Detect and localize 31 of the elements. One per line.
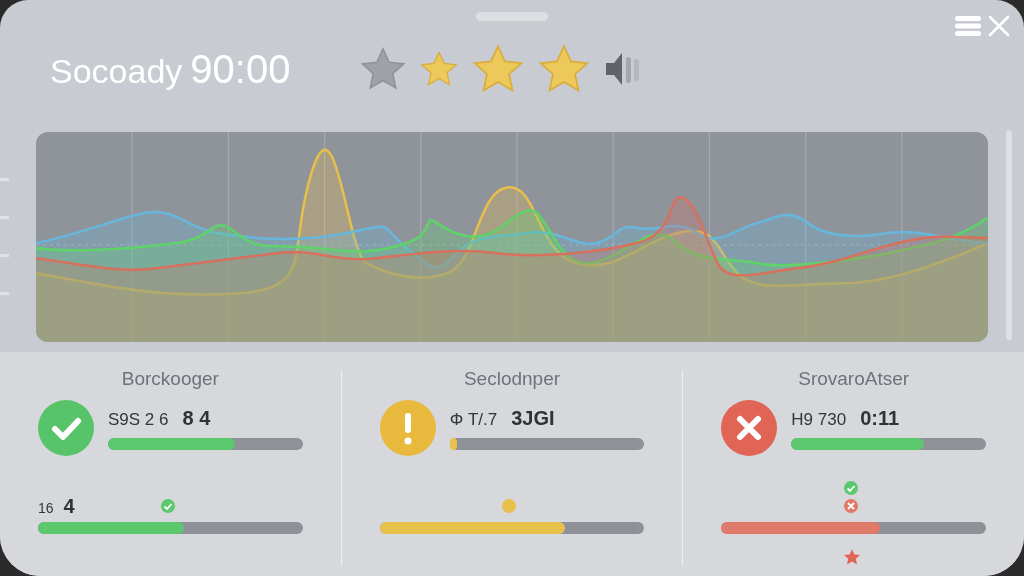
star-icon — [472, 43, 525, 95]
exclamation-circle-icon — [379, 400, 436, 456]
panel-title: SrovaroAtser — [798, 368, 910, 390]
slider-fill[interactable] — [38, 522, 184, 534]
panel-title: Borckooger — [121, 368, 219, 390]
dot-icon — [501, 498, 518, 514]
slider-fill[interactable] — [379, 522, 565, 534]
star-icon — [538, 43, 591, 95]
value-text: 8 4 — [182, 406, 211, 430]
check-circle-icon — [38, 400, 94, 456]
cross-circle-icon — [721, 400, 778, 456]
slider-track[interactable] — [38, 522, 303, 534]
reading-text: S9S 2 6 — [108, 409, 169, 430]
slider-track[interactable] — [379, 522, 645, 534]
check-circle-icon — [159, 498, 176, 514]
slider-track[interactable] — [721, 522, 986, 534]
panel-title: Seclodnper — [463, 368, 561, 390]
value-text: 0:11 — [860, 406, 900, 430]
star-icon — [420, 50, 459, 88]
value-text: 4 — [63, 495, 75, 518]
cross-circle-icon — [843, 498, 860, 514]
close-icon[interactable] — [988, 15, 1010, 37]
check-circle-icon — [843, 480, 860, 496]
menu-icon[interactable] — [954, 14, 982, 38]
reading-text: Φ T/.7 — [449, 409, 498, 430]
reading-text: H9 730 — [791, 409, 847, 430]
value-label: 16 — [38, 500, 54, 518]
star-icon — [843, 548, 862, 566]
slider-fill[interactable] — [721, 522, 881, 534]
value-text: 3JGI — [511, 406, 555, 430]
star-icon — [360, 46, 407, 92]
